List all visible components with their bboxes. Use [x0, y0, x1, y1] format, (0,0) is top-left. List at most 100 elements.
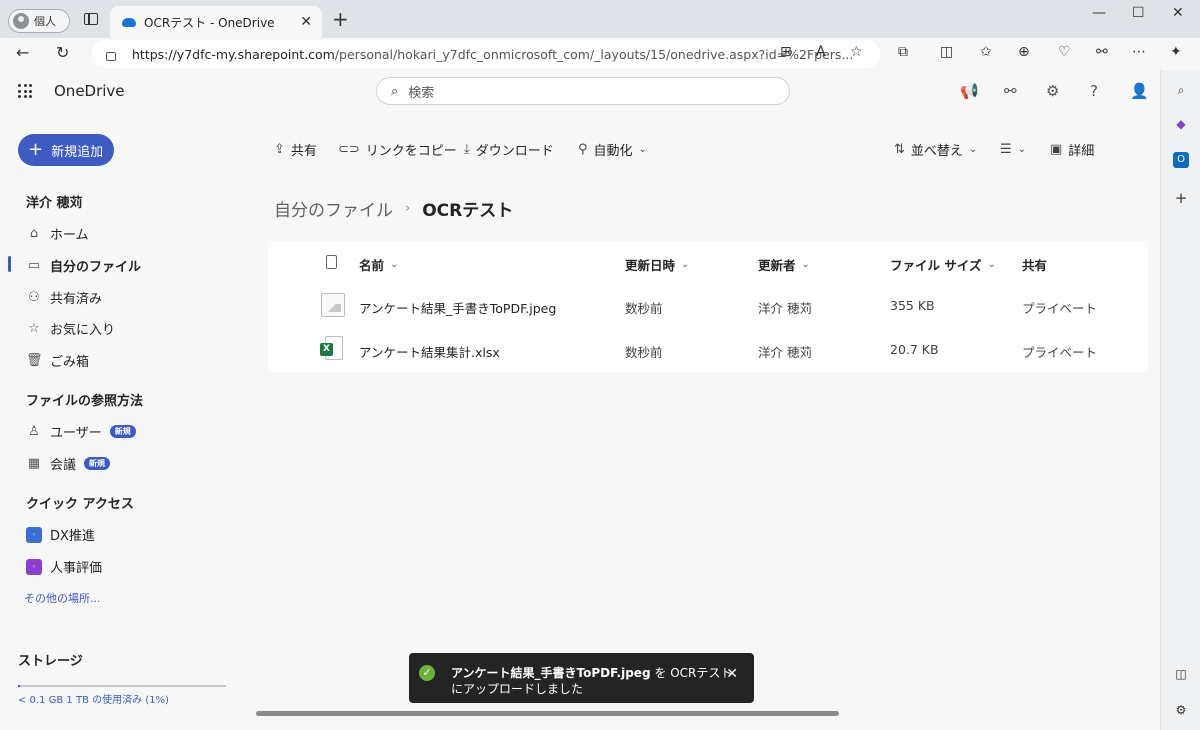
- settings-gear-icon[interactable]: ⚙: [1046, 82, 1059, 100]
- automate-command[interactable]: ⚲ 自動化 ⌄: [578, 140, 647, 159]
- nav-item-shared[interactable]: ⚇ 共有済み: [26, 288, 102, 307]
- file-row[interactable]: X アンケート結果集計.xlsx 数秒前 洋介 穂苅 20.7 KB プライベー…: [268, 328, 1148, 372]
- nav-item-favorites[interactable]: ☆ お気に入り: [26, 319, 115, 338]
- diamond-icon[interactable]: ⚯: [1004, 82, 1017, 100]
- read-aloud-icon[interactable]: A: [816, 44, 826, 60]
- file-list: 名前 ⌄ 更新日時 ⌄ 更新者 ⌄ ファイル サイズ ⌄ 共有 アンケート結果_…: [268, 242, 1148, 372]
- quick-item-label: DX推進: [50, 529, 95, 544]
- details-label: 詳細: [1068, 143, 1095, 159]
- help-icon[interactable]: ?: [1090, 82, 1098, 100]
- close-window-icon[interactable]: ✕: [1172, 5, 1184, 21]
- app-launcher-icon[interactable]: [18, 84, 32, 98]
- storage-usage-text[interactable]: < 0.1 GB 1 TB の使用済み (1%): [18, 691, 169, 706]
- chevron-down-icon: ⌄: [390, 259, 399, 270]
- maximize-icon[interactable]: ☐: [1132, 5, 1145, 21]
- url-domain: https://y7dfc-my.sharepoint.com: [132, 46, 335, 62]
- storage-progress-bar: [18, 685, 226, 687]
- nav-item-my-files[interactable]: ▭ 自分のファイル: [26, 256, 141, 275]
- tab-close-icon[interactable]: ✕: [300, 14, 312, 30]
- copy-link-command[interactable]: ⊂⊃ リンクをコピー: [338, 140, 457, 159]
- nav-item-label: お気に入り: [50, 323, 116, 338]
- browser-essentials-icon[interactable]: ♡: [1058, 44, 1071, 60]
- search-placeholder: 検索: [408, 85, 435, 101]
- column-header-modified[interactable]: 更新日時 ⌄: [625, 255, 689, 274]
- plus-icon: +: [28, 139, 44, 160]
- url-path: /personal/hokari_y7dfc_onmicrosoft_com/_…: [334, 46, 854, 62]
- chevron-down-icon: ⌄: [1017, 143, 1027, 155]
- column-header-modified-by[interactable]: 更新者 ⌄: [758, 255, 810, 274]
- breadcrumb-parent[interactable]: 自分のファイル: [274, 196, 393, 221]
- quick-item-hr[interactable]: ◦ 人事評価: [26, 557, 102, 576]
- user-name: 洋介 穂苅: [26, 196, 83, 211]
- file-row[interactable]: アンケート結果_手書きToPDF.jpeg 数秒前 洋介 穂苅 355 KB プ…: [268, 284, 1148, 328]
- chevron-down-icon: ⌄: [801, 259, 810, 270]
- sidebar-settings-icon[interactable]: ⚙: [1173, 702, 1189, 718]
- column-header-name[interactable]: 名前 ⌄: [359, 255, 398, 274]
- browser-tab-active[interactable]: OCRテスト - OneDrive ✕: [110, 6, 322, 38]
- add-new-button[interactable]: + 新規追加: [18, 134, 114, 166]
- download-icon: ⤓: [464, 141, 470, 157]
- split-screen-icon[interactable]: ◫: [940, 44, 953, 60]
- star-icon: ☆: [28, 321, 40, 336]
- link-icon: ⊂⊃: [338, 141, 360, 157]
- list-view-icon: ☰: [1000, 141, 1012, 157]
- copilot-icon[interactable]: ⚯: [1096, 44, 1108, 60]
- account-icon[interactable]: 👤: [1130, 82, 1149, 100]
- megaphone-icon[interactable]: 📢: [960, 82, 979, 100]
- toast-destination: を OCRテスト: [654, 666, 733, 680]
- horizontal-scrollbar[interactable]: [256, 711, 839, 716]
- file-name[interactable]: アンケート結果_手書きToPDF.jpeg: [359, 298, 556, 317]
- more-menu-icon[interactable]: ⋯: [1132, 44, 1146, 60]
- nav-item-label: ユーザー: [50, 426, 102, 441]
- more-places-link[interactable]: その他の場所...: [24, 590, 101, 606]
- trash-icon: 🗑: [26, 353, 43, 368]
- edge-search-icon[interactable]: ⌕: [1173, 82, 1189, 98]
- app-available-icon[interactable]: ⊞: [780, 44, 792, 60]
- profile-button[interactable]: 個人: [8, 9, 70, 33]
- copilot-sidebar-icon[interactable]: ◆: [1173, 116, 1189, 132]
- new-badge: 新規: [109, 425, 136, 438]
- quick-item-dx[interactable]: ◦ DX推進: [26, 525, 95, 544]
- browser-address-bar: ← ↻ https://y7dfc-my.sharepoint.com/pers…: [0, 38, 1200, 70]
- toast-close-icon[interactable]: ✕: [726, 666, 738, 682]
- view-options-command[interactable]: ☰ ⌄: [1000, 140, 1026, 158]
- sort-command[interactable]: ⇅ 並べ替え ⌄: [894, 140, 977, 159]
- search-input[interactable]: ⌕ 検索: [376, 77, 790, 105]
- extensions-icon[interactable]: ⧉: [898, 44, 908, 60]
- nav-item-meetings[interactable]: ▦ 会議 新規: [26, 454, 111, 473]
- lock-icon: [106, 51, 116, 61]
- outlook-icon[interactable]: O: [1173, 152, 1189, 168]
- quick-access-heading: クイック アクセス: [26, 497, 134, 512]
- nav-item-people[interactable]: ♙ ユーザー 新規: [26, 422, 136, 441]
- download-command[interactable]: ⤓ ダウンロード: [464, 140, 554, 159]
- nav-item-home[interactable]: ⌂ ホーム: [26, 224, 89, 243]
- chevron-down-icon: ⌄: [987, 259, 996, 270]
- sidebar-copilot-icon[interactable]: ✦: [1170, 44, 1182, 60]
- hide-sidebar-icon[interactable]: ◫: [1173, 666, 1189, 682]
- home-icon: ⌂: [29, 226, 39, 241]
- refresh-icon[interactable]: ↻: [56, 43, 69, 63]
- new-tab-button[interactable]: +: [332, 9, 349, 29]
- quick-item-label: 人事評価: [50, 561, 103, 576]
- site-square-icon: ◦: [26, 558, 42, 575]
- image-file-icon: [321, 293, 345, 317]
- column-header-size[interactable]: ファイル サイズ ⌄: [890, 255, 996, 274]
- tab-actions-icon[interactable]: [84, 13, 98, 25]
- share-command[interactable]: ⇪ 共有: [274, 140, 317, 159]
- toast-line-2: にアップロードしました: [451, 682, 584, 696]
- file-type-header-icon[interactable]: [326, 255, 337, 269]
- back-icon[interactable]: ←: [16, 43, 29, 63]
- favorite-star-icon[interactable]: ☆: [850, 44, 863, 60]
- minimize-icon[interactable]: —: [1092, 5, 1106, 21]
- app-brand[interactable]: OneDrive: [54, 82, 125, 100]
- new-badge: 新規: [84, 457, 111, 470]
- collections-icon[interactable]: ⊕: [1018, 44, 1030, 60]
- nav-item-recycle-bin[interactable]: 🗑 ごみ箱: [26, 351, 89, 370]
- url-field[interactable]: https://y7dfc-my.sharepoint.com/personal…: [92, 40, 880, 68]
- breadcrumb-chevron-icon: ›: [405, 201, 411, 216]
- details-command[interactable]: ▣ 詳細: [1050, 140, 1095, 159]
- add-sidebar-app-icon[interactable]: +: [1173, 190, 1189, 206]
- file-name[interactable]: アンケート結果集計.xlsx: [359, 342, 500, 361]
- favorites-icon[interactable]: ✩: [980, 44, 992, 60]
- column-header-sharing[interactable]: 共有: [1022, 255, 1047, 274]
